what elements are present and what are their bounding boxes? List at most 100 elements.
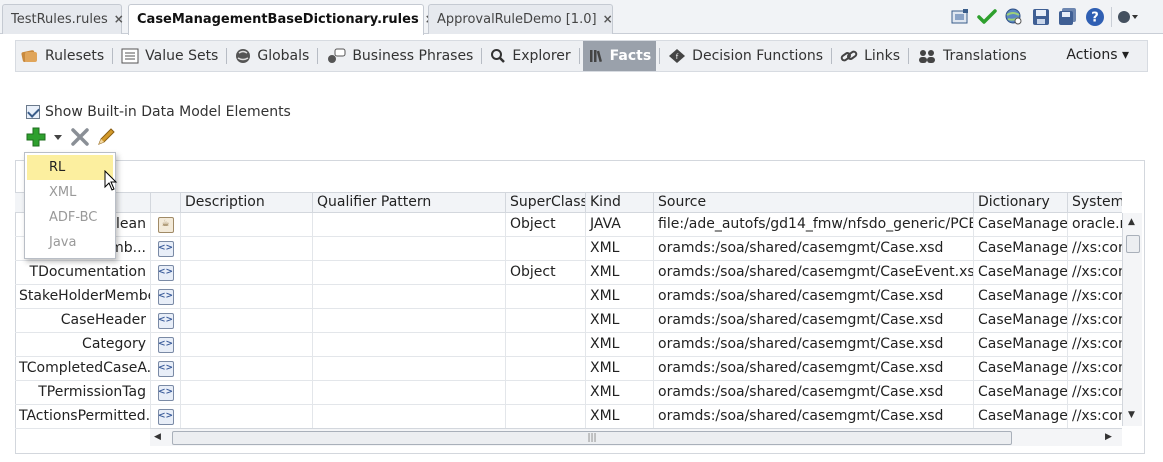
- table-cell-system[interactable]: //xs:con: [1067, 381, 1122, 404]
- column-header-description[interactable]: Description: [180, 193, 312, 212]
- table-cell-dictionary[interactable]: CaseManage...: [973, 285, 1067, 308]
- record-dropdown-icon[interactable]: [1117, 6, 1139, 28]
- table-cell-description[interactable]: [180, 309, 312, 332]
- table-row[interactable]: StakeHolderMember <> XML oramds:/soa/shared…: [15, 285, 1122, 309]
- table-cell-dictionary[interactable]: CaseManage...: [973, 357, 1067, 380]
- table-cell-name[interactable]: TPermissionTag: [15, 381, 150, 404]
- table-cell-qualifier[interactable]: [312, 381, 505, 404]
- table-cell-superclass[interactable]: [505, 309, 585, 332]
- actions-menu-button[interactable]: Actions ▾: [1066, 47, 1129, 63]
- table-cell-description[interactable]: [180, 213, 312, 236]
- tab-test-rules[interactable]: TestRules.rules ×: [2, 4, 124, 34]
- table-cell-kind[interactable]: XML: [585, 357, 653, 380]
- table-cell-system[interactable]: //xs:con: [1067, 261, 1122, 284]
- table-row[interactable]: Category <> XML oramds:/soa/shared/casemgmt…: [15, 333, 1122, 357]
- table-cell-superclass[interactable]: [505, 405, 585, 428]
- table-cell-source[interactable]: oramds:/soa/shared/casemgmt/Case.xsd: [653, 333, 973, 356]
- nav-rulesets[interactable]: Rulesets: [16, 41, 109, 71]
- table-cell-dictionary[interactable]: CaseManage...: [973, 261, 1067, 284]
- table-cell-kind[interactable]: XML: [585, 237, 653, 260]
- table-row[interactable]: CaseHeader <> XML oramds:/soa/shared/casemg…: [15, 309, 1122, 333]
- table-cell-name[interactable]: TActionsPermitted...: [15, 405, 150, 428]
- delete-icon[interactable]: [70, 127, 90, 151]
- globe-search-icon[interactable]: [1003, 6, 1025, 28]
- table-row[interactable]: TActionsPermitted... <> XML oramds:/soa/sha…: [15, 405, 1122, 429]
- tab-approval-rule-demo[interactable]: ApprovalRuleDemo [1.0] ×: [428, 4, 613, 34]
- column-header-system[interactable]: System: [1067, 193, 1122, 212]
- menu-item-java[interactable]: Java: [25, 230, 115, 255]
- table-cell-dictionary[interactable]: CaseManage...: [973, 213, 1067, 236]
- nav-value-sets[interactable]: Value Sets: [116, 41, 223, 71]
- column-header-dictionary[interactable]: Dictionary: [973, 193, 1067, 212]
- scroll-right-icon[interactable]: ▶: [1105, 432, 1112, 442]
- show-builtin-checkbox[interactable]: [26, 105, 40, 119]
- table-cell-qualifier[interactable]: [312, 237, 505, 260]
- table-cell-kind[interactable]: XML: [585, 309, 653, 332]
- table-cell-superclass[interactable]: Object: [505, 261, 585, 284]
- table-row[interactable]: mb... <> XML oramds:/soa/shared/casemgmt/Ca…: [15, 237, 1122, 261]
- tab-case-management-base-dictionary[interactable]: CaseManagementBaseDictionary.rules×: [128, 4, 435, 35]
- edit-pencil-icon[interactable]: [96, 127, 116, 151]
- table-cell-superclass[interactable]: Object: [505, 213, 585, 236]
- column-header-kind[interactable]: Kind: [585, 193, 653, 212]
- table-cell-source[interactable]: oramds:/soa/shared/casemgmt/Case.xsd: [653, 381, 973, 404]
- nav-facts[interactable]: Facts: [582, 41, 657, 71]
- table-cell-kind[interactable]: XML: [585, 333, 653, 356]
- column-header-superclass[interactable]: SuperClass: [505, 193, 585, 212]
- save-all-icon[interactable]: [1057, 6, 1079, 28]
- column-header-source[interactable]: Source: [653, 193, 973, 212]
- menu-item-rl[interactable]: RL: [27, 155, 113, 180]
- menu-item-xml[interactable]: XML: [25, 180, 115, 205]
- table-cell-description[interactable]: [180, 333, 312, 356]
- nav-globals[interactable]: Globals: [230, 41, 314, 71]
- table-cell-superclass[interactable]: [505, 237, 585, 260]
- vertical-scroll-thumb[interactable]: [1126, 235, 1140, 253]
- nav-links[interactable]: Links: [835, 41, 905, 71]
- table-cell-qualifier[interactable]: [312, 213, 505, 236]
- table-cell-superclass[interactable]: [505, 357, 585, 380]
- table-cell-description[interactable]: [180, 405, 312, 428]
- scroll-down-icon[interactable]: ▼: [1128, 410, 1135, 420]
- scroll-left-icon[interactable]: ◀: [154, 432, 161, 442]
- table-cell-system[interactable]: //xs:con: [1067, 405, 1122, 428]
- table-cell-name[interactable]: Category: [15, 333, 150, 356]
- table-cell-description[interactable]: [180, 261, 312, 284]
- close-icon[interactable]: ×: [114, 5, 124, 33]
- horizontal-scrollbar[interactable]: ◀ ||| ▶: [150, 428, 1122, 446]
- vertical-scrollbar[interactable]: ▲ ▼: [1122, 213, 1142, 426]
- table-row[interactable]: TCompletedCaseA... <> XML oramds:/soa/share…: [15, 357, 1122, 381]
- table-cell-dictionary[interactable]: CaseManage...: [973, 405, 1067, 428]
- column-header-qualifier-pattern[interactable]: Qualifier Pattern: [312, 193, 505, 212]
- table-cell-kind[interactable]: XML: [585, 405, 653, 428]
- table-cell-system[interactable]: //xs:con: [1067, 285, 1122, 308]
- nav-decision-functions[interactable]: f Decision Functions: [663, 41, 828, 71]
- table-cell-kind[interactable]: XML: [585, 285, 653, 308]
- table-cell-description[interactable]: [180, 381, 312, 404]
- table-cell-source[interactable]: file:/ade_autofs/gd14_fmw/nfsdo_generic/…: [653, 213, 973, 236]
- table-cell-qualifier[interactable]: [312, 285, 505, 308]
- table-cell-kind[interactable]: XML: [585, 381, 653, 404]
- table-cell-dictionary[interactable]: CaseManage...: [973, 333, 1067, 356]
- table-cell-description[interactable]: [180, 357, 312, 380]
- scroll-up-icon[interactable]: ▲: [1128, 217, 1135, 227]
- table-cell-name[interactable]: TDocumentation: [15, 261, 150, 284]
- nav-translations[interactable]: Translations: [912, 41, 1032, 71]
- add-dropdown-icon[interactable]: [52, 131, 64, 147]
- table-cell-dictionary[interactable]: CaseManage...: [973, 237, 1067, 260]
- table-cell-description[interactable]: [180, 237, 312, 260]
- table-cell-name[interactable]: TCompletedCaseA...: [15, 357, 150, 380]
- table-cell-system[interactable]: //xs:con: [1067, 237, 1122, 260]
- help-icon[interactable]: ?: [1084, 6, 1106, 28]
- table-cell-description[interactable]: [180, 285, 312, 308]
- table-cell-qualifier[interactable]: [312, 405, 505, 428]
- table-cell-qualifier[interactable]: [312, 309, 505, 332]
- add-icon[interactable]: [26, 127, 46, 151]
- table-cell-system[interactable]: oracle.ru: [1067, 213, 1122, 236]
- table-cell-dictionary[interactable]: CaseManage...: [973, 309, 1067, 332]
- table-cell-kind[interactable]: XML: [585, 261, 653, 284]
- horizontal-scroll-thumb[interactable]: |||: [172, 431, 1012, 445]
- table-cell-source[interactable]: oramds:/soa/shared/casemgmt/Case.xsd: [653, 405, 973, 428]
- table-cell-name[interactable]: CaseHeader: [15, 309, 150, 332]
- close-icon[interactable]: ×: [603, 5, 613, 33]
- table-cell-system[interactable]: //xs:con: [1067, 309, 1122, 332]
